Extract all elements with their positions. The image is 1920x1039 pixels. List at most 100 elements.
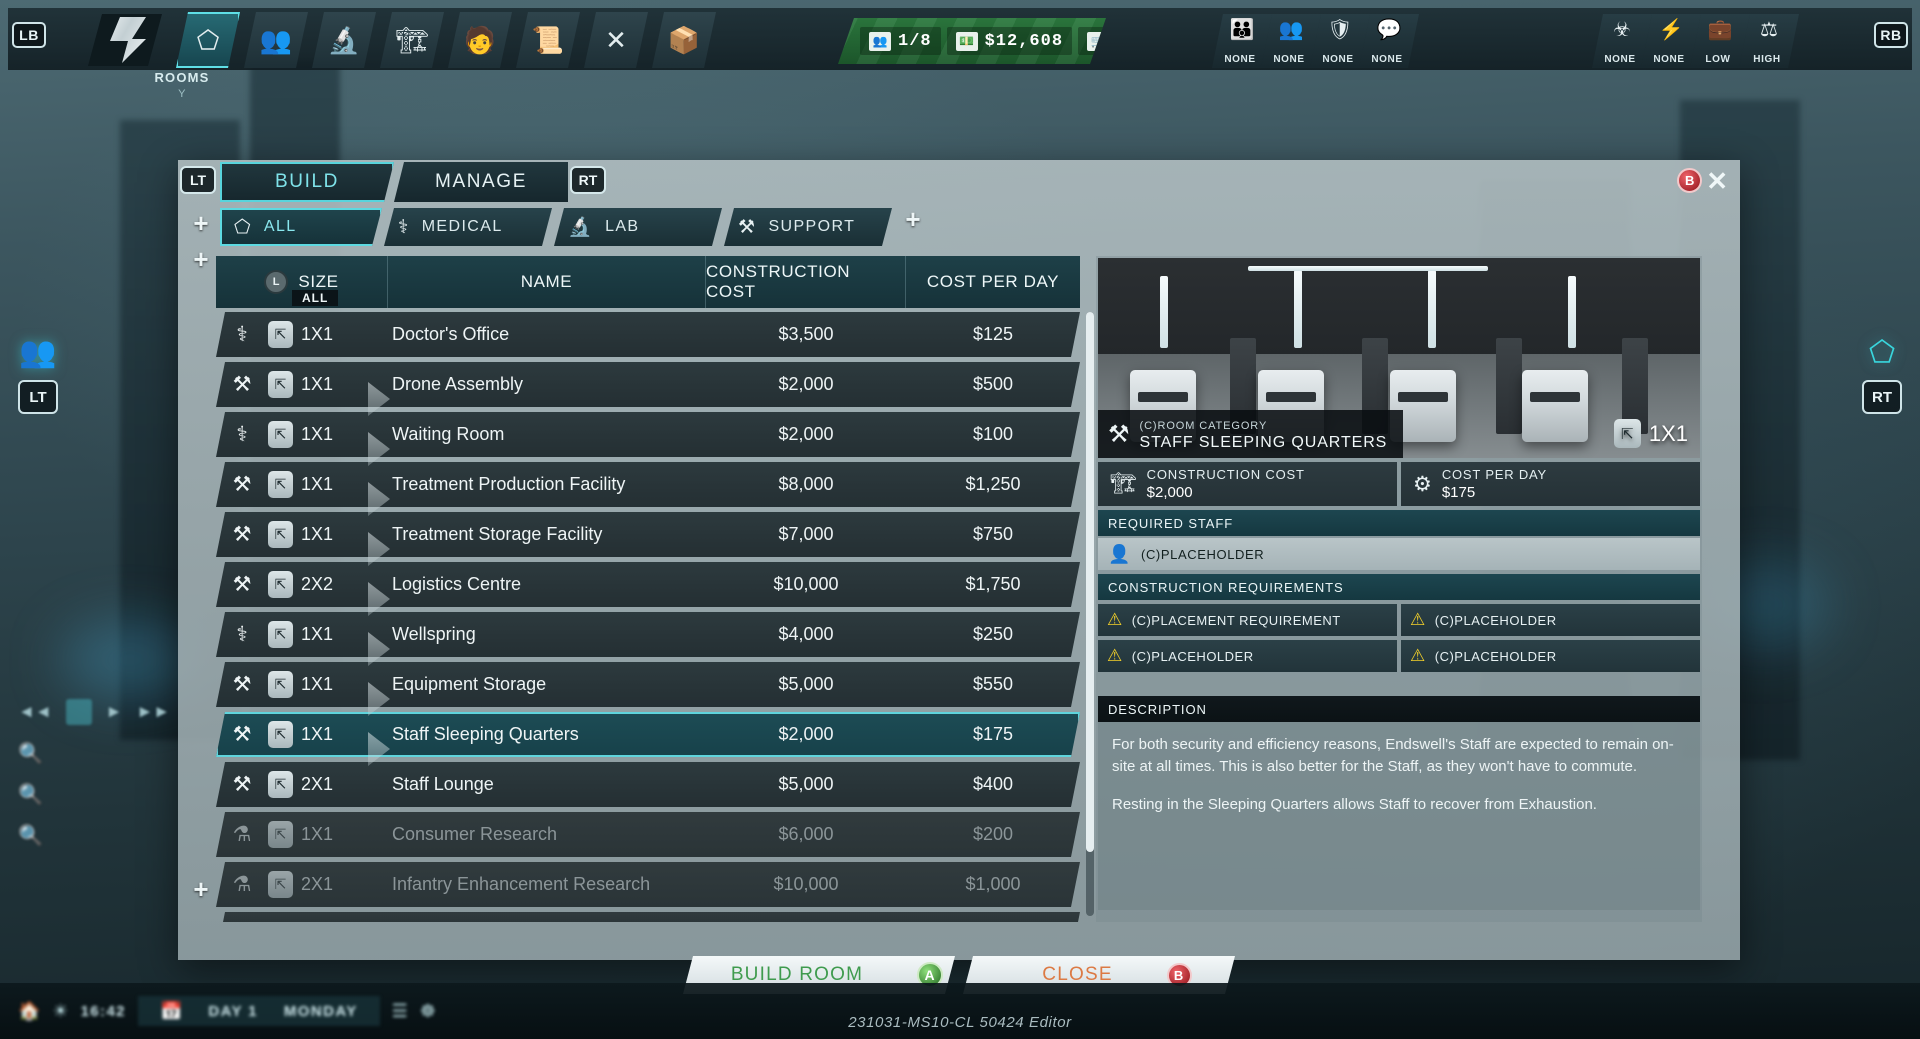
tools-icon: ⚒: [216, 672, 268, 697]
row-size-label: 1X1: [301, 424, 333, 445]
resource-population[interactable]: 👥 1/8: [860, 27, 941, 55]
requirement-item[interactable]: ⚠ (C)PLACEHOLDER: [1401, 604, 1700, 636]
table-row[interactable]: ⚒ ⇱ 2X2 Logistics Centre $10,000 $1,750: [216, 562, 1080, 607]
category-scroll-left-icon[interactable]: +: [188, 212, 214, 238]
column-header-cost-per-day[interactable]: COST PER DAY: [906, 256, 1080, 308]
right-trigger-button[interactable]: RT: [1862, 380, 1902, 414]
row-size-label: 2X1: [301, 874, 333, 895]
table-row-partial[interactable]: [216, 912, 1080, 922]
resize-icon: ⇱: [1614, 419, 1641, 448]
table-row[interactable]: ⚒ ⇱ 2X1 Staff Lounge $5,000 $400: [216, 762, 1080, 807]
column-header-size[interactable]: L SIZE ALL: [216, 256, 388, 308]
rt-trigger-badge[interactable]: RT: [570, 166, 606, 194]
table-row[interactable]: ⚕ ⇱ 1X1 Doctor's Office $3,500 $125: [216, 312, 1080, 357]
table-row[interactable]: ⚒ ⇱ 1X1 Drone Assembly $2,000 $500: [216, 362, 1080, 407]
cost-per-day-box: ⚙ COST PER DAY $175: [1401, 462, 1700, 506]
security-staff-icon: 🛡: [1327, 20, 1352, 40]
zoom-in-icon[interactable]: 🔍: [18, 741, 43, 766]
row-cost-per-day: $200: [906, 824, 1080, 845]
column-header-size-label: SIZE: [298, 272, 338, 292]
tab-build[interactable]: BUILD: [220, 162, 394, 202]
resource-money[interactable]: 💵 $12,608: [947, 27, 1072, 55]
tools-icon: ⚒: [216, 722, 268, 747]
stat-staff-pair-value: NONE: [1261, 54, 1317, 65]
preview-light-strip: [1160, 276, 1168, 348]
table-scrollbar-thumb[interactable]: [1086, 312, 1094, 852]
row-size-label: 1X1: [301, 524, 333, 545]
row-construction-cost: $2,000: [706, 374, 906, 395]
requirement-item[interactable]: ⚠ (C)PLACEHOLDER: [1401, 640, 1700, 672]
row-construction-cost: $10,000: [706, 874, 906, 895]
resource-money-value: $12,608: [985, 32, 1063, 51]
row-name: Logistics Centre: [388, 574, 706, 595]
table-row[interactable]: ⚕ ⇱ 1X1 Wellspring $4,000 $250: [216, 612, 1080, 657]
close-icon[interactable]: ✕: [1706, 170, 1728, 192]
play-icon[interactable]: ►: [106, 702, 123, 722]
resize-icon: ⇱: [268, 471, 293, 498]
stat-virus-value: NONE: [1592, 54, 1648, 65]
zoom-in-row[interactable]: 🔍: [18, 741, 198, 766]
column-header-construction-cost[interactable]: CONSTRUCTION COST: [706, 256, 906, 308]
close-b-button[interactable]: B: [1677, 168, 1702, 193]
size-filter-badge[interactable]: ALL: [292, 290, 338, 306]
tab-category-lab[interactable]: 🔬 LAB: [554, 208, 722, 246]
staff-icon: 👥: [260, 27, 292, 53]
justice-scales-icon: ⚖: [1760, 20, 1778, 40]
column-header-name[interactable]: NAME: [388, 256, 706, 308]
table-row[interactable]: ⚒ ⇱ 1X1 Treatment Storage Facility $7,00…: [216, 512, 1080, 557]
playback-row[interactable]: ◄◄ ► ►►: [18, 699, 198, 725]
preview-light-strip: [1294, 270, 1302, 348]
table-scrollbar[interactable]: [1086, 312, 1094, 916]
fast-forward-icon[interactable]: ►►: [136, 702, 170, 722]
right-bumper-button[interactable]: RB: [1874, 22, 1908, 48]
table-row-disabled[interactable]: ⚗ ⇱ 1X1 Consumer Research $6,000 $200: [216, 812, 1080, 857]
list-add-icon[interactable]: +: [188, 878, 214, 904]
row-construction-cost: $7,000: [706, 524, 906, 545]
row-construction-cost: $2,000: [706, 424, 906, 445]
resize-icon: ⇱: [268, 821, 293, 848]
zoom-reset-icon[interactable]: 🔍: [18, 782, 43, 807]
row-name: Staff Lounge: [388, 774, 706, 795]
economy-icon: 💼: [1708, 20, 1733, 40]
requirement-item[interactable]: ⚠ (C)PLACEHOLDER: [1098, 640, 1397, 672]
tab-category-all[interactable]: ⬠ ALL: [220, 208, 382, 246]
row-name: Wellspring: [388, 624, 706, 645]
lt-trigger-badge[interactable]: LT: [180, 166, 216, 194]
table-row-disabled[interactable]: ⚗ ⇱ 2X1 Infantry Enhancement Research $1…: [216, 862, 1080, 907]
tab-category-all-label: ALL: [264, 218, 297, 236]
left-trigger-button[interactable]: LT: [18, 380, 58, 414]
modal-close-group[interactable]: B ✕: [1677, 168, 1728, 193]
skip-back-icon[interactable]: ◄◄: [18, 702, 52, 722]
left-bumper-button[interactable]: LB: [12, 22, 46, 48]
required-staff-item[interactable]: 👤 (C)PLACEHOLDER: [1098, 538, 1700, 570]
zoom-out-row[interactable]: 🔍: [18, 823, 198, 848]
resize-icon: ⇱: [268, 721, 293, 748]
preview-wall: [1098, 258, 1700, 354]
resource-bar: 👥 1/8 💵 $12,608 🛒 0: [838, 18, 1106, 64]
sort-l-button[interactable]: L: [264, 270, 288, 294]
requirement-item[interactable]: ⚠ (C)PLACEMENT REQUIREMENT: [1098, 604, 1397, 636]
tab-manage[interactable]: MANAGE: [394, 162, 568, 202]
zoom-reset-row[interactable]: 🔍: [18, 782, 198, 807]
tab-category-medical-label: MEDICAL: [422, 218, 503, 236]
modal-mode-tabs: LT BUILD MANAGE RT B ✕: [178, 160, 1740, 204]
tab-category-support[interactable]: ⚒ SUPPORT: [724, 208, 892, 246]
stat-justice-value: HIGH: [1739, 54, 1795, 65]
table-row[interactable]: ⚕ ⇱ 1X1 Waiting Room $2,000 $100: [216, 412, 1080, 457]
table-row[interactable]: ⚒ ⇱ 1X1 Equipment Storage $5,000 $550: [216, 662, 1080, 707]
staff-icon: 👤: [1108, 544, 1131, 565]
required-staff-header: REQUIRED STAFF: [1098, 510, 1700, 536]
row-size: ⇱ 2X1: [268, 871, 388, 898]
row-size: ⇱ 1X1: [268, 821, 388, 848]
filter-add-icon[interactable]: +: [188, 248, 214, 274]
row-construction-cost: $5,000: [706, 774, 906, 795]
tab-category-medical[interactable]: ⚕ MEDICAL: [384, 208, 552, 246]
warning-icon: ⚠: [1410, 610, 1426, 630]
table-row-selected[interactable]: ⚒ ⇱ 1X1 Staff Sleeping Quarters $2,000 $…: [216, 712, 1080, 757]
microscope-icon: 🔬: [328, 27, 360, 53]
pause-icon[interactable]: [66, 699, 92, 725]
zoom-out-icon[interactable]: 🔍: [18, 823, 43, 848]
category-scroll-right-icon[interactable]: +: [900, 208, 926, 234]
resize-icon: ⇱: [268, 771, 293, 798]
table-row[interactable]: ⚒ ⇱ 1X1 Treatment Production Facility $8…: [216, 462, 1080, 507]
